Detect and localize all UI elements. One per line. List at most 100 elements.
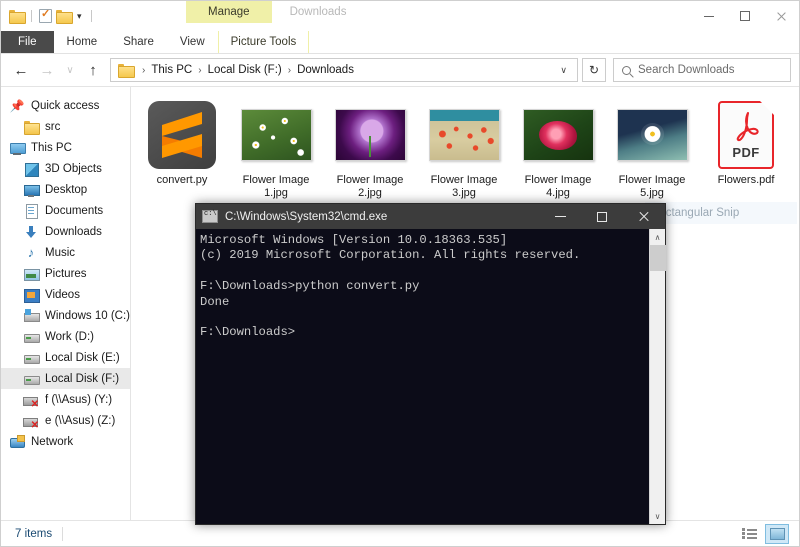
maximize-button[interactable]	[727, 1, 763, 31]
file-thumbnail	[231, 101, 321, 169]
file-thumbnail	[513, 101, 603, 169]
file-item[interactable]: PDF Flowers.pdf	[699, 97, 793, 206]
sidebar-item-label: Work (D:)	[45, 330, 94, 343]
image-thumbnail	[240, 109, 312, 161]
cmd-output[interactable]: Microsoft Windows [Version 10.0.18363.53…	[196, 229, 649, 524]
sidebar-item-music[interactable]: ♪ Music	[1, 242, 130, 263]
sidebar-item-videos[interactable]: Videos	[1, 284, 130, 305]
cmd-close-button[interactable]	[623, 204, 665, 229]
drive-icon	[23, 371, 40, 387]
tab-home[interactable]: Home	[54, 31, 111, 53]
sidebar-item-label: f (\\Asus) (Y:)	[45, 393, 113, 406]
sidebar-item-this-pc[interactable]: This PC	[1, 137, 130, 158]
sidebar-item-src[interactable]: src	[1, 116, 130, 137]
rectangular-snip-overlay: Rectangular Snip	[645, 202, 797, 224]
tab-picture-tools[interactable]: Picture Tools	[217, 31, 310, 53]
forward-button[interactable]: →	[35, 58, 59, 82]
image-thumbnail	[428, 109, 500, 161]
search-icon	[622, 65, 631, 75]
sidebar-item-e-asus-z[interactable]: e (\\Asus) (Z:)	[1, 410, 130, 431]
downloads-icon	[23, 224, 39, 240]
address-dropdown-icon[interactable]: ∨	[554, 65, 573, 76]
tab-share[interactable]: Share	[110, 31, 167, 53]
file-item[interactable]: convert.py	[135, 97, 229, 206]
network-drive-disconnected-icon	[23, 413, 39, 431]
back-button[interactable]: ←	[9, 58, 33, 82]
up-button[interactable]: ↑	[81, 58, 105, 82]
breadcrumb-item-local-disk-f[interactable]: Local Disk (F:)	[206, 64, 284, 76]
new-folder-icon[interactable]	[56, 9, 73, 24]
sublime-text-icon	[148, 101, 216, 169]
folder-icon[interactable]	[9, 10, 26, 24]
cmd-minimize-button[interactable]	[539, 204, 581, 229]
refresh-button[interactable]: ↻	[582, 58, 606, 82]
window-controls	[691, 1, 799, 31]
sidebar-item-downloads[interactable]: Downloads	[1, 221, 130, 242]
sidebar-item-windows-10-c[interactable]: Windows 10 (C:)	[1, 305, 130, 326]
breadcrumb-item-this-pc[interactable]: This PC	[149, 64, 194, 76]
contextual-tools-header: Manage Downloads	[186, 1, 346, 23]
cmd-maximize-button[interactable]	[581, 204, 623, 229]
image-thumbnail	[616, 109, 688, 161]
sidebar-item-local-disk-f[interactable]: Local Disk (F:)	[1, 368, 130, 389]
window-titlebar: ▾ Manage Downloads	[1, 1, 799, 31]
file-grid: convert.py Flower Image 1.jpg Flower Image…	[135, 97, 799, 206]
scroll-up-icon[interactable]: ∧	[650, 229, 665, 245]
sidebar-item-label: Music	[45, 246, 76, 259]
pdf-file-icon: PDF	[718, 101, 774, 169]
sidebar-item-3d-objects[interactable]: 3D Objects	[1, 158, 130, 179]
file-item[interactable]: Flower Image 2.jpg	[323, 97, 417, 206]
sidebar-item-documents[interactable]: Documents	[1, 200, 130, 221]
command-prompt-window[interactable]: C:\Windows\System32\cmd.exe Microsoft Wi…	[195, 203, 666, 525]
sidebar-item-f-asus-y[interactable]: f (\\Asus) (Y:)	[1, 389, 130, 410]
sidebar-item-desktop[interactable]: Desktop	[1, 179, 130, 200]
recent-locations-icon[interactable]: ∨	[61, 58, 79, 82]
desktop-icon	[23, 182, 40, 198]
network-icon	[9, 434, 25, 450]
ribbon-tab-strip: File Home Share View Picture Tools	[1, 31, 799, 53]
breadcrumb-item-downloads[interactable]: Downloads	[295, 64, 356, 76]
cmd-scrollbar[interactable]: ∧ ∨	[649, 229, 666, 524]
breadcrumb-separator-2: ›	[287, 64, 292, 76]
large-icons-view-button[interactable]	[765, 523, 789, 544]
file-name-label: convert.py	[156, 174, 208, 186]
sidebar-item-network[interactable]: Network	[1, 431, 130, 452]
view-toggle-group	[737, 523, 793, 544]
sidebar-item-pictures[interactable]: Pictures	[1, 263, 130, 284]
file-item[interactable]: Flower Image 3.jpg	[417, 97, 511, 206]
breadcrumb-separator-0: ›	[142, 64, 146, 76]
breadcrumb[interactable]: › This PC › Local Disk (F:) › Downloads …	[110, 58, 578, 82]
music-icon: ♪	[27, 244, 35, 260]
sidebar-item-local-disk-e[interactable]: Local Disk (E:)	[1, 347, 130, 368]
tab-view[interactable]: View	[167, 31, 218, 53]
close-button[interactable]	[763, 1, 799, 31]
customize-chevron-icon[interactable]: ▾	[75, 11, 84, 21]
breadcrumb-separator-1: ›	[198, 64, 202, 76]
sidebar-item-quick-access[interactable]: 📌 Quick access	[1, 95, 130, 116]
scroll-thumb[interactable]	[650, 245, 666, 271]
image-thumbnail	[522, 109, 594, 161]
file-name-label: Flower Image 3.jpg	[430, 174, 498, 199]
search-placeholder: Search Downloads	[638, 64, 735, 76]
file-thumbnail	[137, 101, 227, 169]
search-input[interactable]: Search Downloads	[613, 58, 791, 82]
details-view-button[interactable]	[737, 524, 761, 544]
properties-icon[interactable]	[39, 7, 52, 23]
file-name-label: Flower Image 4.jpg	[524, 174, 592, 199]
quick-access-toolbar: ▾	[1, 7, 95, 24]
file-thumbnail	[325, 101, 415, 169]
tab-file[interactable]: File	[1, 31, 54, 53]
file-item[interactable]: Flower Image 1.jpg	[229, 97, 323, 206]
drive-icon	[23, 350, 40, 366]
scroll-down-icon[interactable]: ∨	[650, 508, 665, 524]
file-item[interactable]: Flower Image 5.jpg	[605, 97, 699, 206]
sidebar-item-label: Downloads	[45, 225, 102, 238]
folder-icon	[23, 119, 40, 135]
scroll-track[interactable]	[650, 245, 666, 508]
pin-icon: 📌	[9, 98, 25, 113]
navigation-pane[interactable]: 📌 Quick access src This PC 3D Objects Desktop…	[1, 87, 131, 520]
contextual-group-manage[interactable]: Manage	[186, 1, 272, 23]
file-item[interactable]: Flower Image 4.jpg	[511, 97, 605, 206]
minimize-button[interactable]	[691, 1, 727, 31]
sidebar-item-work-d[interactable]: Work (D:)	[1, 326, 130, 347]
